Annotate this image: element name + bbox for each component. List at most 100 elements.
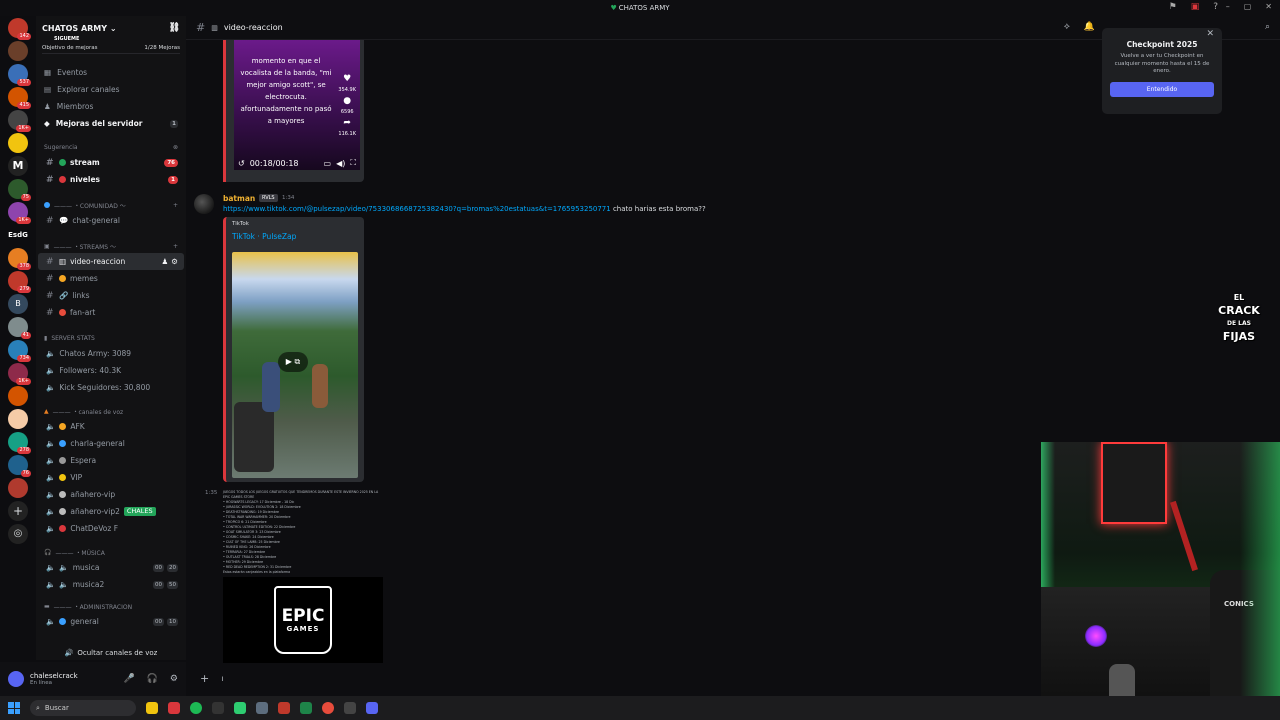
add-channel-icon[interactable]: +	[173, 202, 178, 209]
add-channel-icon[interactable]: +	[173, 243, 178, 250]
add-attachment-icon[interactable]: +	[200, 672, 209, 685]
nav-explore[interactable]: ▤ Explorar canales	[36, 81, 186, 98]
voice-vip[interactable]: 🔈 VIP	[38, 469, 184, 486]
server-icon[interactable]	[8, 41, 28, 61]
channel-video-reaccion[interactable]: # ▥ video-reaccion ♟ ⚙	[38, 253, 184, 270]
discord-icon[interactable]	[366, 702, 378, 714]
minimize-button[interactable]: –	[1226, 2, 1230, 11]
hide-voice-channels-button[interactable]: 🔊 Ocultar canales de voz	[36, 646, 186, 660]
explore-servers-icon[interactable]: ◎	[8, 524, 28, 544]
server-icon[interactable]	[8, 409, 28, 429]
fullscreen-icon[interactable]: ⛶	[350, 158, 356, 168]
server-icon[interactable]: 734	[8, 340, 31, 362]
category-streams[interactable]: ▣ ——— ・STREAMS ～ +	[36, 239, 186, 253]
share-icon[interactable]: ➦	[338, 118, 356, 129]
close-window-button[interactable]: ✕	[1265, 2, 1272, 11]
avatar[interactable]	[194, 194, 214, 214]
app-icon[interactable]	[278, 702, 290, 714]
server-icon[interactable]: 76	[8, 455, 31, 477]
video-player[interactable]: momento en que el vocalista de la banda,…	[234, 40, 360, 170]
category-community[interactable]: ——— ・COMUNIDAD ～ +	[36, 198, 186, 212]
server-icon[interactable]	[8, 478, 28, 498]
play-icon[interactable]: ▶ ⧉	[278, 352, 308, 372]
close-icon[interactable]: ⊗	[173, 144, 178, 151]
embed-title[interactable]: TikTok · PulseZap	[232, 232, 296, 241]
heart-icon[interactable]: ♥	[338, 74, 356, 85]
voice-chatdevoz[interactable]: 🔈 ChatDeVoz F	[38, 520, 184, 537]
category-server-stats[interactable]: ▮ SERVER STATS	[36, 331, 186, 345]
bell-icon[interactable]: 🔔	[1084, 22, 1095, 32]
epic-games-image[interactable]: EPIC GAMES	[223, 577, 383, 663]
server-icon[interactable]	[8, 133, 28, 153]
server-icon[interactable]: 278	[8, 432, 31, 454]
app-icon[interactable]	[344, 702, 356, 714]
category-admin[interactable]: ▬ ——— ・ADMINISTRACION	[36, 599, 186, 613]
popup-ok-button[interactable]: Entendido	[1110, 81, 1214, 97]
category-voice[interactable]: ▲ ——— ・canales de voz	[36, 404, 186, 418]
channel-chat-general[interactable]: # 💬 chat-general	[38, 212, 184, 229]
add-server-icon[interactable]: +	[8, 501, 28, 521]
server-icon[interactable]	[8, 386, 28, 406]
app-icon[interactable]	[212, 702, 224, 714]
server-icon[interactable]: 1K+	[8, 110, 31, 132]
server-icon[interactable]: 378	[8, 248, 31, 270]
headphones-icon[interactable]: 🎧	[147, 674, 158, 684]
nav-boosts[interactable]: ◆ Mejoras del servidor 1	[36, 115, 186, 132]
channel-niveles[interactable]: # niveles 1	[38, 171, 184, 188]
comment-icon[interactable]: ●	[338, 96, 356, 107]
message-author[interactable]: batman	[223, 194, 255, 203]
close-icon[interactable]: ✕	[1206, 29, 1214, 39]
channel-fan-art[interactable]: # fan-art	[38, 304, 184, 321]
server-icon[interactable]: 415	[8, 87, 31, 109]
server-icon[interactable]: 1K+	[8, 363, 31, 385]
voice-musica[interactable]: 🔈 🔈 musica 00 20	[38, 559, 184, 576]
server-icon[interactable]: 537	[8, 64, 31, 86]
chrome-icon[interactable]	[322, 702, 334, 714]
server-icon[interactable]: 142	[8, 18, 31, 40]
voice-general[interactable]: 🔈 general 00 10	[38, 613, 184, 630]
boost-goal-bar[interactable]: Objetivo de mejoras 1/28 Mejoras	[42, 42, 180, 54]
voice-anahero-vip2[interactable]: 🔈 añahero-vip2 CHALES	[38, 503, 184, 520]
channel-stream[interactable]: # stream 76	[38, 154, 184, 171]
nav-events[interactable]: ▦ Eventos	[36, 64, 186, 81]
taskbar-search[interactable]: ⌕ Buscar	[30, 700, 136, 716]
category-music[interactable]: 🎧 ——— ・MÚSICA	[36, 545, 186, 559]
replay-icon[interactable]: ↺	[238, 159, 245, 168]
category-suggestion[interactable]: Sugerencia ⊗	[36, 140, 186, 154]
stat-followers[interactable]: 🔈 Followers: 40.3K	[38, 362, 184, 379]
volume-icon[interactable]: ◀)	[336, 159, 345, 168]
browser-icon[interactable]	[168, 702, 180, 714]
excel-icon[interactable]	[300, 702, 312, 714]
nav-members[interactable]: ♟ Miembros	[36, 98, 186, 115]
windows-start-icon[interactable]	[8, 702, 20, 714]
server-icon[interactable]: 41	[8, 317, 31, 339]
server-text-icon[interactable]: EsdG	[3, 225, 33, 245]
maximize-button[interactable]: ▢	[1244, 2, 1252, 11]
server-icon[interactable]: M	[8, 156, 28, 176]
invite-icon[interactable]: ♟	[162, 257, 169, 266]
server-icon[interactable]: 75	[8, 179, 31, 201]
stat-members[interactable]: 🔈 Chatos Army: 3089	[38, 345, 184, 362]
channel-memes[interactable]: # memes	[38, 270, 184, 287]
voice-espera[interactable]: 🔈 Espera	[38, 452, 184, 469]
server-icon[interactable]: 279	[8, 271, 31, 293]
app-icon[interactable]	[234, 702, 246, 714]
invite-icon[interactable]: ⛓	[169, 23, 180, 33]
voice-musica2[interactable]: 🔈 🔈 musica2 00 50	[38, 576, 184, 593]
voice-afk[interactable]: 🔈 AFK	[38, 418, 184, 435]
channel-links[interactable]: # 🔗 links	[38, 287, 184, 304]
stat-kick[interactable]: 🔈 Kick Seguidores: 30,800	[38, 379, 184, 396]
gear-icon[interactable]: ⚙	[171, 257, 178, 266]
gear-icon[interactable]: ⚙	[170, 674, 178, 684]
voice-charla-general[interactable]: 🔈 charla-general	[38, 435, 184, 452]
server-icon[interactable]: B	[8, 294, 28, 314]
search-icon[interactable]: ⌕	[1265, 22, 1270, 32]
server-icon[interactable]: 1K+	[8, 202, 31, 224]
help-icon[interactable]: ?	[1213, 2, 1218, 12]
captions-icon[interactable]: ▭	[324, 159, 332, 168]
inbox-icon[interactable]: ⚑	[1169, 2, 1177, 12]
microphone-icon[interactable]: 🎤	[123, 674, 134, 684]
games-list-image[interactable]: JUEGOS TODOS LOS JUEGOS GRATUITOS QUE TE…	[223, 490, 383, 575]
avatar[interactable]	[8, 671, 24, 687]
file-explorer-icon[interactable]	[146, 702, 158, 714]
